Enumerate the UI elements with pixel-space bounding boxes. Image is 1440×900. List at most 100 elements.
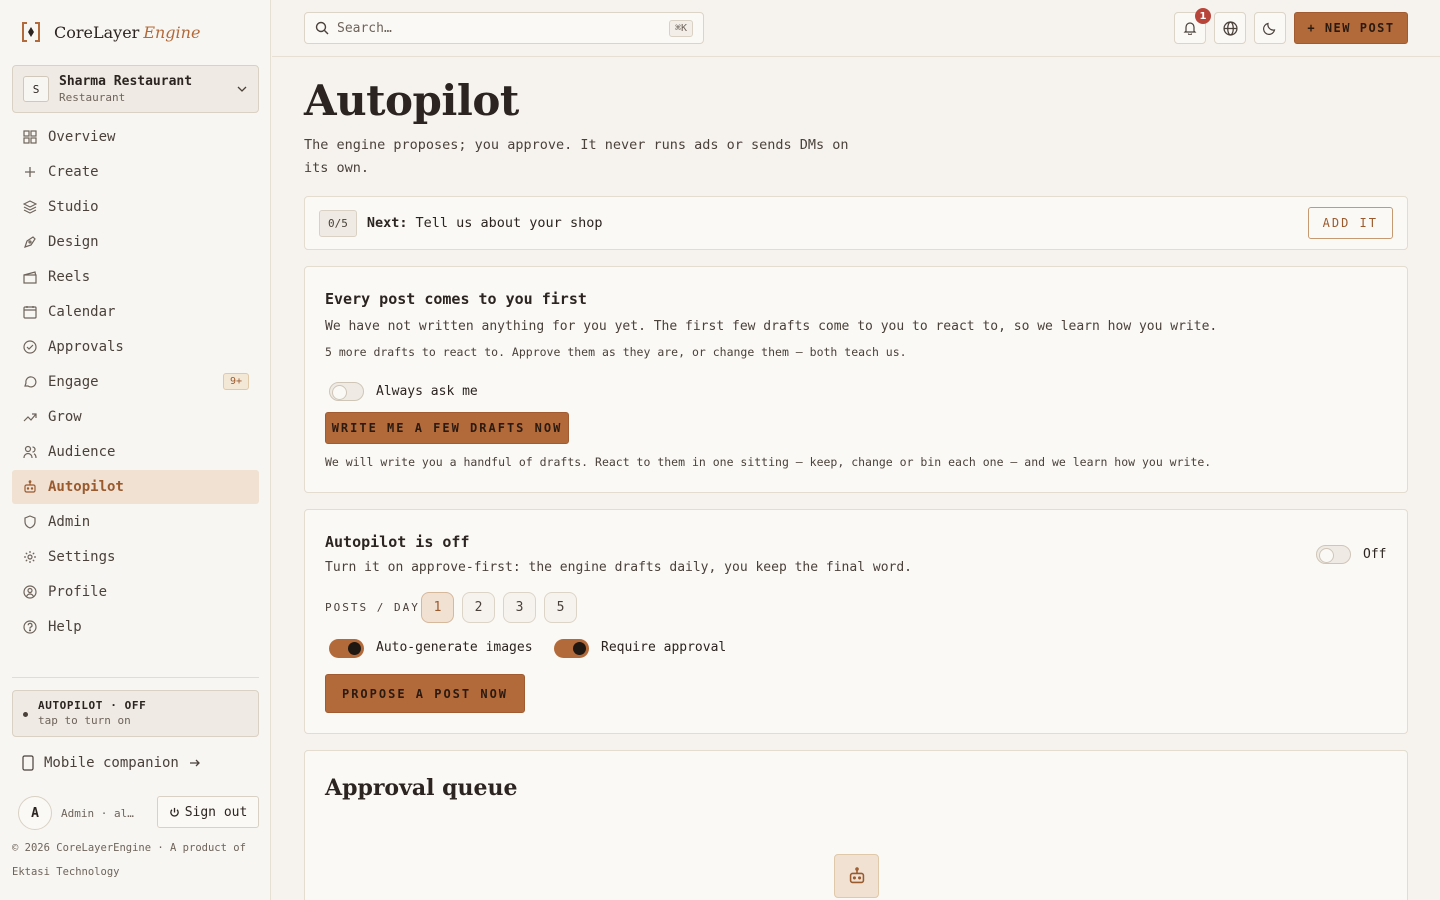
notification-count-badge: 1 [1195,8,1211,24]
mobile-companion-label: Mobile companion [44,755,179,771]
chat-bubble-icon [22,374,38,390]
sidebar-item-autopilot[interactable]: Autopilot [12,470,259,504]
sidebar-item-label: Help [48,619,82,635]
search-input[interactable] [337,20,669,36]
bell-icon [1183,22,1197,35]
phone-icon [22,755,34,771]
sidebar-item-label: Studio [48,199,99,215]
brand[interactable]: CoreLayer Engine [20,20,200,44]
posts-per-day-option-2[interactable]: 2 [462,592,495,623]
always-ask-toggle[interactable] [329,382,364,401]
page-subtitle: The engine proposes; you approve. It nev… [304,137,849,176]
sidebar-item-settings[interactable]: Settings [12,540,259,574]
sidebar-item-design[interactable]: Design [12,225,259,259]
shield-icon [22,514,38,530]
sidebar-item-label: Overview [48,129,116,145]
sidebar-item-admin[interactable]: Admin [12,505,259,539]
sidebar-item-engage[interactable]: Engage 9+ [12,365,259,399]
notifications-button[interactable]: 1 [1174,8,1211,44]
sidebar-item-label: Admin [48,514,91,530]
moon-icon [1263,22,1276,35]
footer-note: © 2026 CoreLayerEngine · A product of Ek… [12,842,246,878]
clapper-icon [22,269,38,285]
theme-toggle-button[interactable] [1254,12,1286,44]
user-row: A Admin · al… [18,796,149,830]
sidebar-item-label: Audience [48,444,116,460]
sidebar-item-label: Grow [48,409,82,425]
first-drafts-card: Every post comes to you first We have no… [304,266,1408,493]
first-drafts-title: Every post comes to you first [325,290,587,308]
autopilot-main-toggle[interactable] [1316,545,1351,564]
sidebar-item-label: Reels [48,269,91,285]
globe-icon [1222,20,1238,36]
engage-count-badge: 9+ [222,373,249,390]
sidebar-item-audience[interactable]: Audience [12,435,259,469]
power-icon [169,807,179,817]
new-post-button[interactable]: + NEW POST [1294,12,1408,44]
users-icon [22,444,38,460]
calendar-icon [22,304,38,320]
brand-logo-icon [20,20,42,44]
require-approval-toggle[interactable] [554,639,589,658]
first-drafts-note: We will write you a handful of drafts. R… [325,455,1212,469]
propose-post-button[interactable]: PROPOSE A POST NOW [325,674,525,713]
first-drafts-text: We have not written anything for you yet… [325,319,1218,334]
sidebar-item-label: Profile [48,584,108,600]
search-box[interactable]: ⌘K [304,12,704,44]
add-it-button[interactable]: ADD IT [1307,207,1393,239]
write-drafts-button[interactable]: WRITE ME A FEW DRAFTS NOW [325,412,569,444]
next-step-bar: 0/5 Next: Tell us about your shop ADD IT [304,196,1408,250]
arrow-right-icon [189,759,200,767]
layers-icon [22,199,38,215]
sidebar-item-label: Autopilot [48,479,124,495]
trending-up-icon [22,409,38,425]
sidebar-item-reels[interactable]: Reels [12,260,259,294]
require-approval-label: Require approval [601,640,727,655]
sidebar-item-studio[interactable]: Studio [12,190,259,224]
sidebar-item-help[interactable]: Help [12,610,259,644]
autopilot-card-title: Autopilot is off [325,533,470,551]
sidebar-item-create[interactable]: Create [12,155,259,189]
autopilot-status-sub: tap to turn on [38,714,131,727]
shop-selector[interactable]: S Sharma Restaurant Restaurant [12,65,259,113]
sidebar-divider [12,677,259,678]
page-title: Autopilot [304,76,519,125]
user-label: Admin · al… [61,806,134,820]
sidebar-item-overview[interactable]: Overview [12,120,259,154]
sidebar-nav: Overview Create Studio Design Reels Cale… [12,120,259,645]
sign-out-label: Sign out [184,804,248,820]
plus-icon [22,164,38,180]
autopilot-status-pill[interactable]: AUTOPILOT · OFF tap to turn on [12,690,259,737]
posts-per-day-option-1[interactable]: 1 [421,592,454,623]
sidebar-item-grow[interactable]: Grow [12,400,259,434]
always-ask-label: Always ask me [376,384,478,399]
brand-name: CoreLayer [54,22,140,42]
avatar[interactable]: A [18,796,52,830]
help-circle-icon [22,619,38,635]
posts-per-day-option-3[interactable]: 3 [503,592,536,623]
shop-type: Restaurant [59,91,126,104]
posts-per-day-option-5[interactable]: 5 [544,592,577,623]
topbar: ⌘K 1 + NEW POST [272,0,1440,57]
pen-tool-icon [22,234,38,250]
sidebar-item-label: Calendar [48,304,116,320]
sidebar-item-calendar[interactable]: Calendar [12,295,259,329]
mobile-companion-link[interactable]: Mobile companion [22,755,201,771]
sidebar-item-approvals[interactable]: Approvals [12,330,259,364]
autopilot-main-toggle-label: Off [1363,547,1387,562]
bot-icon [22,479,38,495]
sidebar-item-profile[interactable]: Profile [12,575,259,609]
auto-generate-images-toggle[interactable] [329,639,364,658]
sidebar: CoreLayer Engine S Sharma Restaurant Rest… [0,0,271,900]
sidebar-item-label: Settings [48,549,116,565]
first-drafts-small: 5 more drafts to react to. Approve them … [325,345,907,359]
search-icon [315,21,329,35]
bot-icon [834,854,879,898]
sidebar-item-label: Design [48,234,99,250]
posts-per-day-label: POSTS / DAY [325,601,420,614]
user-circle-icon [22,584,38,600]
check-circle-icon [22,339,38,355]
language-button[interactable] [1214,12,1246,44]
sign-out-button[interactable]: Sign out [157,796,259,828]
chevron-down-icon [237,86,247,92]
